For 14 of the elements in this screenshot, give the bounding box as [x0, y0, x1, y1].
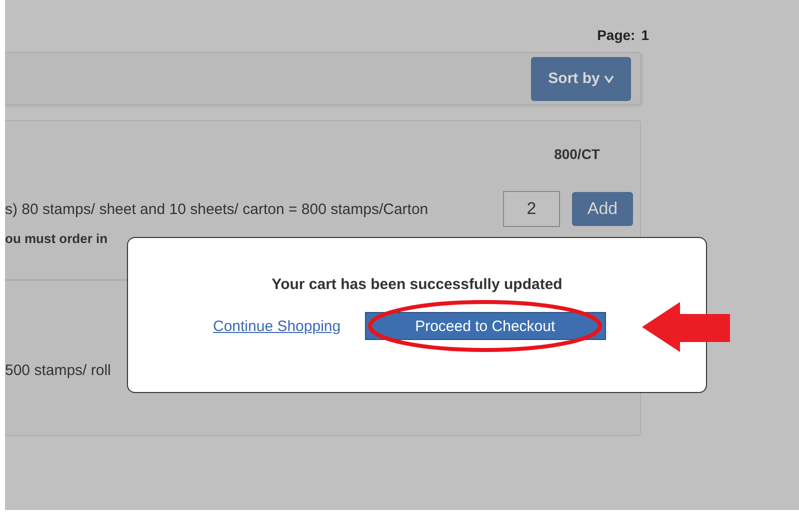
add-button[interactable]: Add: [572, 192, 633, 226]
sort-button[interactable]: Sort by: [531, 56, 631, 100]
product-description: 500 stamps/ roll: [5, 362, 112, 378]
product-description: s) 80 stamps/ sheet and 10 sheets/ carton = 800 stamps/Carton: [5, 200, 430, 218]
arrow-icon: [642, 302, 730, 352]
quantity-field[interactable]: 2: [503, 191, 560, 227]
continue-shopping-link[interactable]: Continue Shopping: [213, 318, 341, 334]
order-note: ou must order in: [5, 231, 109, 246]
chevron-icon: [604, 74, 614, 82]
dialog-message: Your cart has been successfully updated: [270, 276, 564, 293]
checkout-button[interactable]: Proceed to Checkout: [364, 312, 606, 340]
page-label: Page:: [597, 27, 636, 45]
unit-label: 800/CT: [554, 146, 600, 164]
page-number: 1: [641, 27, 649, 45]
